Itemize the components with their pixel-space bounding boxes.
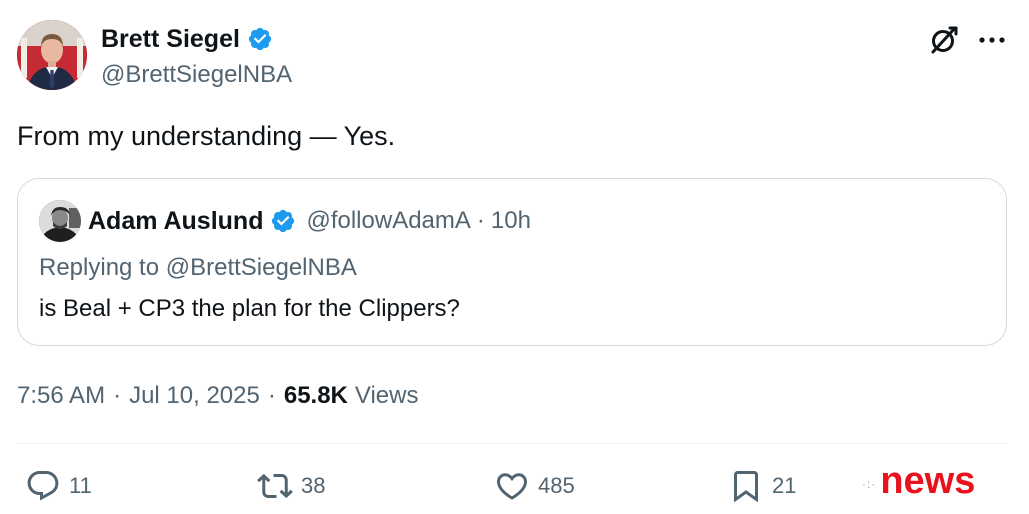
quoted-author-avatar[interactable] (39, 200, 81, 242)
verified-badge-icon (248, 27, 272, 51)
author-name[interactable]: Brett Siegel (101, 24, 240, 54)
bookmark-count: 21 (772, 473, 797, 498)
reply-count: 11 (69, 473, 92, 498)
tweet-date[interactable]: Jul 10, 2025 (129, 380, 260, 412)
separator-dot: · (476, 207, 485, 234)
separator-dot: · (113, 382, 122, 409)
quoted-author-name[interactable]: Adam Auslund (88, 206, 263, 236)
verified-badge-icon (272, 209, 295, 233)
heart-icon (496, 473, 528, 500)
author-avatar[interactable] (17, 20, 87, 90)
quoted-tweet-card[interactable]: Adam Auslund @followAdamA · 10h Replying… (17, 178, 1007, 346)
watermark-news-text: news (880, 460, 976, 502)
quoted-tweet-text: is Beal + CP3 the plan for the Clippers? (39, 295, 460, 322)
quoted-author-handle[interactable]: @followAdamA (306, 206, 470, 236)
repost-button[interactable]: 38 (257, 468, 325, 504)
repost-count: 38 (301, 473, 326, 498)
views-count: 65.8K (283, 382, 348, 409)
bookmark-button[interactable]: 21 (728, 468, 796, 504)
reply-button[interactable]: 11 (25, 468, 92, 504)
grok-icon[interactable] (928, 24, 960, 56)
replying-to-label: Replying to @BrettSiegelNBA (39, 254, 357, 281)
watermark-mark: ·:· (862, 477, 877, 491)
separator-dot: · (267, 382, 276, 409)
tweet: Brett Siegel @BrettSiegelNBA From my und… (0, 0, 1029, 514)
author-handle[interactable]: @BrettSiegelNBA (101, 60, 292, 90)
tweet-text: From my understanding — Yes. (17, 121, 396, 151)
watermark-logo: ·:· news (862, 455, 975, 501)
like-button[interactable]: 485 (494, 468, 575, 504)
repost-icon (257, 473, 293, 499)
tweet-time[interactable]: 7:56 AM (17, 380, 105, 412)
like-count: 485 (538, 473, 575, 498)
bookmark-icon (734, 471, 758, 503)
author-name-row[interactable]: Brett Siegel (101, 24, 273, 54)
reply-icon (27, 471, 59, 501)
quoted-tweet-time[interactable]: 10h (491, 206, 531, 236)
quoted-tweet-header: Adam Auslund @followAdamA · 10h (88, 205, 531, 237)
divider (17, 443, 1007, 444)
tweet-meta: 7:56 AM · Jul 10, 2025 · 65.8K Views (17, 380, 418, 412)
more-dots-icon[interactable] (978, 34, 1006, 46)
views-label: Views (354, 382, 419, 409)
